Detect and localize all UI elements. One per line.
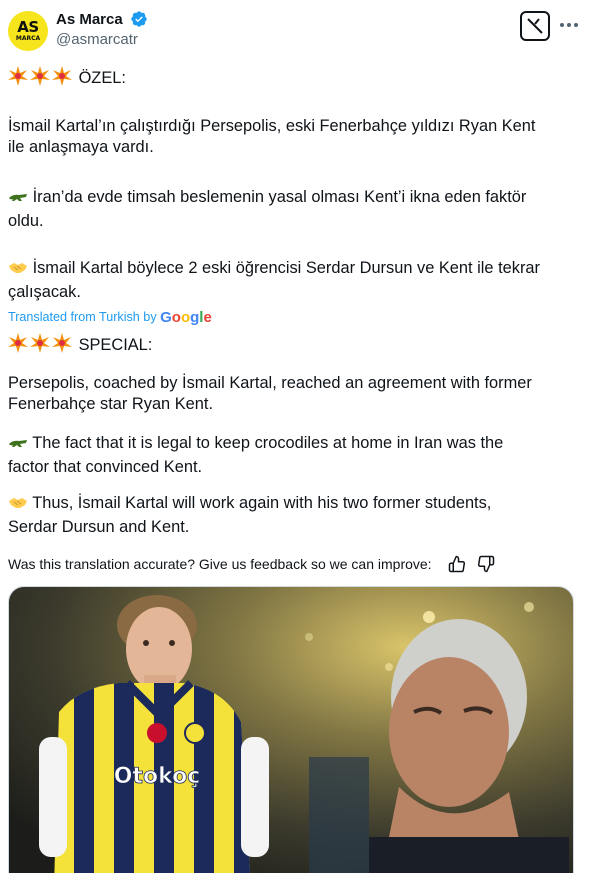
translated-para-3-text: Thus, İsmail Kartal will work again with… (32, 494, 492, 512)
original-para-3-text: İsmail Kartal böylece 2 eski öğrencisi S… (32, 259, 540, 277)
crocodile-emoji (8, 435, 28, 457)
translated-para-2-line-1: The fact that it is legal to keep crocod… (8, 433, 578, 457)
original-heading-text: ÖZEL: (78, 69, 126, 87)
original-para-2-line-1: İran’da evde timsah beslemenin yasal olm… (8, 187, 578, 211)
translation-feedback-prompt: Was this translation accurate? Give us f… (8, 556, 432, 572)
translated-para-3-line-2: Serdar Dursun and Kent. (8, 518, 190, 536)
original-para-3-line-2: çalışacak. (8, 283, 81, 301)
translated-label-text: Translated from Turkish by (8, 310, 157, 324)
verified-badge-icon (130, 10, 148, 28)
original-para-1: İsmail Kartal’ın çalıştırdığı Persepolis… (8, 116, 578, 158)
google-letter-1: G (160, 309, 172, 326)
translated-heading-text: SPECIAL: (78, 336, 153, 354)
avatar[interactable]: AS MARCA (8, 11, 48, 51)
original-para-3-line-1: İsmail Kartal böylece 2 eski öğrencisi S… (8, 258, 578, 282)
more-icon[interactable] (558, 14, 580, 36)
handshake-emoji (8, 260, 28, 282)
google-letter-6: e (203, 309, 212, 326)
translated-para-1-line-2: Fenerbahçe star Ryan Kent. (8, 395, 213, 413)
translated-para-1: Persepolis, coached by İsmail Kartal, re… (8, 373, 578, 415)
author-block: As Marca @asmarcatr (56, 10, 148, 48)
translated-para-3-line-1: Thus, İsmail Kartal will work again with… (8, 493, 578, 517)
original-para-2-line-2: oldu. (8, 212, 44, 230)
translated-para-2-text: The fact that it is legal to keep crocod… (32, 434, 504, 452)
google-letter-2: o (171, 309, 181, 326)
tweet-header: AS MARCA As Marca @asmarcatr (8, 8, 580, 52)
original-para-1-line-2: ile anlaşmaya vardı. (8, 138, 154, 156)
google-letter-3: o (180, 309, 191, 326)
avatar-logo-marca: MARCA (15, 35, 41, 42)
shirt-sponsor-text: Otokoç (114, 764, 201, 789)
crocodile-emoji (8, 189, 28, 211)
thumbs-down-icon[interactable] (477, 555, 497, 575)
handle[interactable]: @asmarcatr (56, 31, 148, 48)
collision-emoji (8, 66, 74, 92)
original-para-1-line-1: İsmail Kartal’ın çalıştırdığı Persepolis… (8, 117, 536, 135)
translated-para-1-line-1: Persepolis, coached by İsmail Kartal, re… (8, 374, 532, 392)
translated-para-3: Thus, İsmail Kartal will work again with… (8, 493, 578, 538)
tweet-photo[interactable]: Otokoç (8, 586, 574, 873)
google-letter-4: g (190, 309, 200, 326)
original-para-3: İsmail Kartal böylece 2 eski öğrencisi S… (8, 258, 578, 303)
collision-emoji (8, 333, 74, 359)
original-para-2-text: İran’da evde timsah beslemenin yasal olm… (32, 188, 527, 206)
display-name[interactable]: As Marca (56, 11, 123, 28)
translated-heading: SPECIAL: (8, 333, 578, 359)
avatar-logo-as: AS (17, 18, 39, 36)
thumbs-up-icon[interactable] (448, 555, 468, 575)
grok-icon[interactable] (520, 11, 550, 41)
original-heading: ÖZEL: (8, 66, 578, 92)
google-logo: Google (160, 309, 212, 326)
translated-para-2-line-2: factor that convinced Kent. (8, 458, 203, 476)
original-para-2: İran’da evde timsah beslemenin yasal olm… (8, 187, 578, 232)
photo-illustration: Otokoç (9, 587, 573, 873)
handshake-emoji (8, 495, 28, 517)
translated-from-label[interactable]: Translated from Turkish by Google (8, 309, 212, 326)
translated-para-2: The fact that it is legal to keep crocod… (8, 433, 578, 478)
